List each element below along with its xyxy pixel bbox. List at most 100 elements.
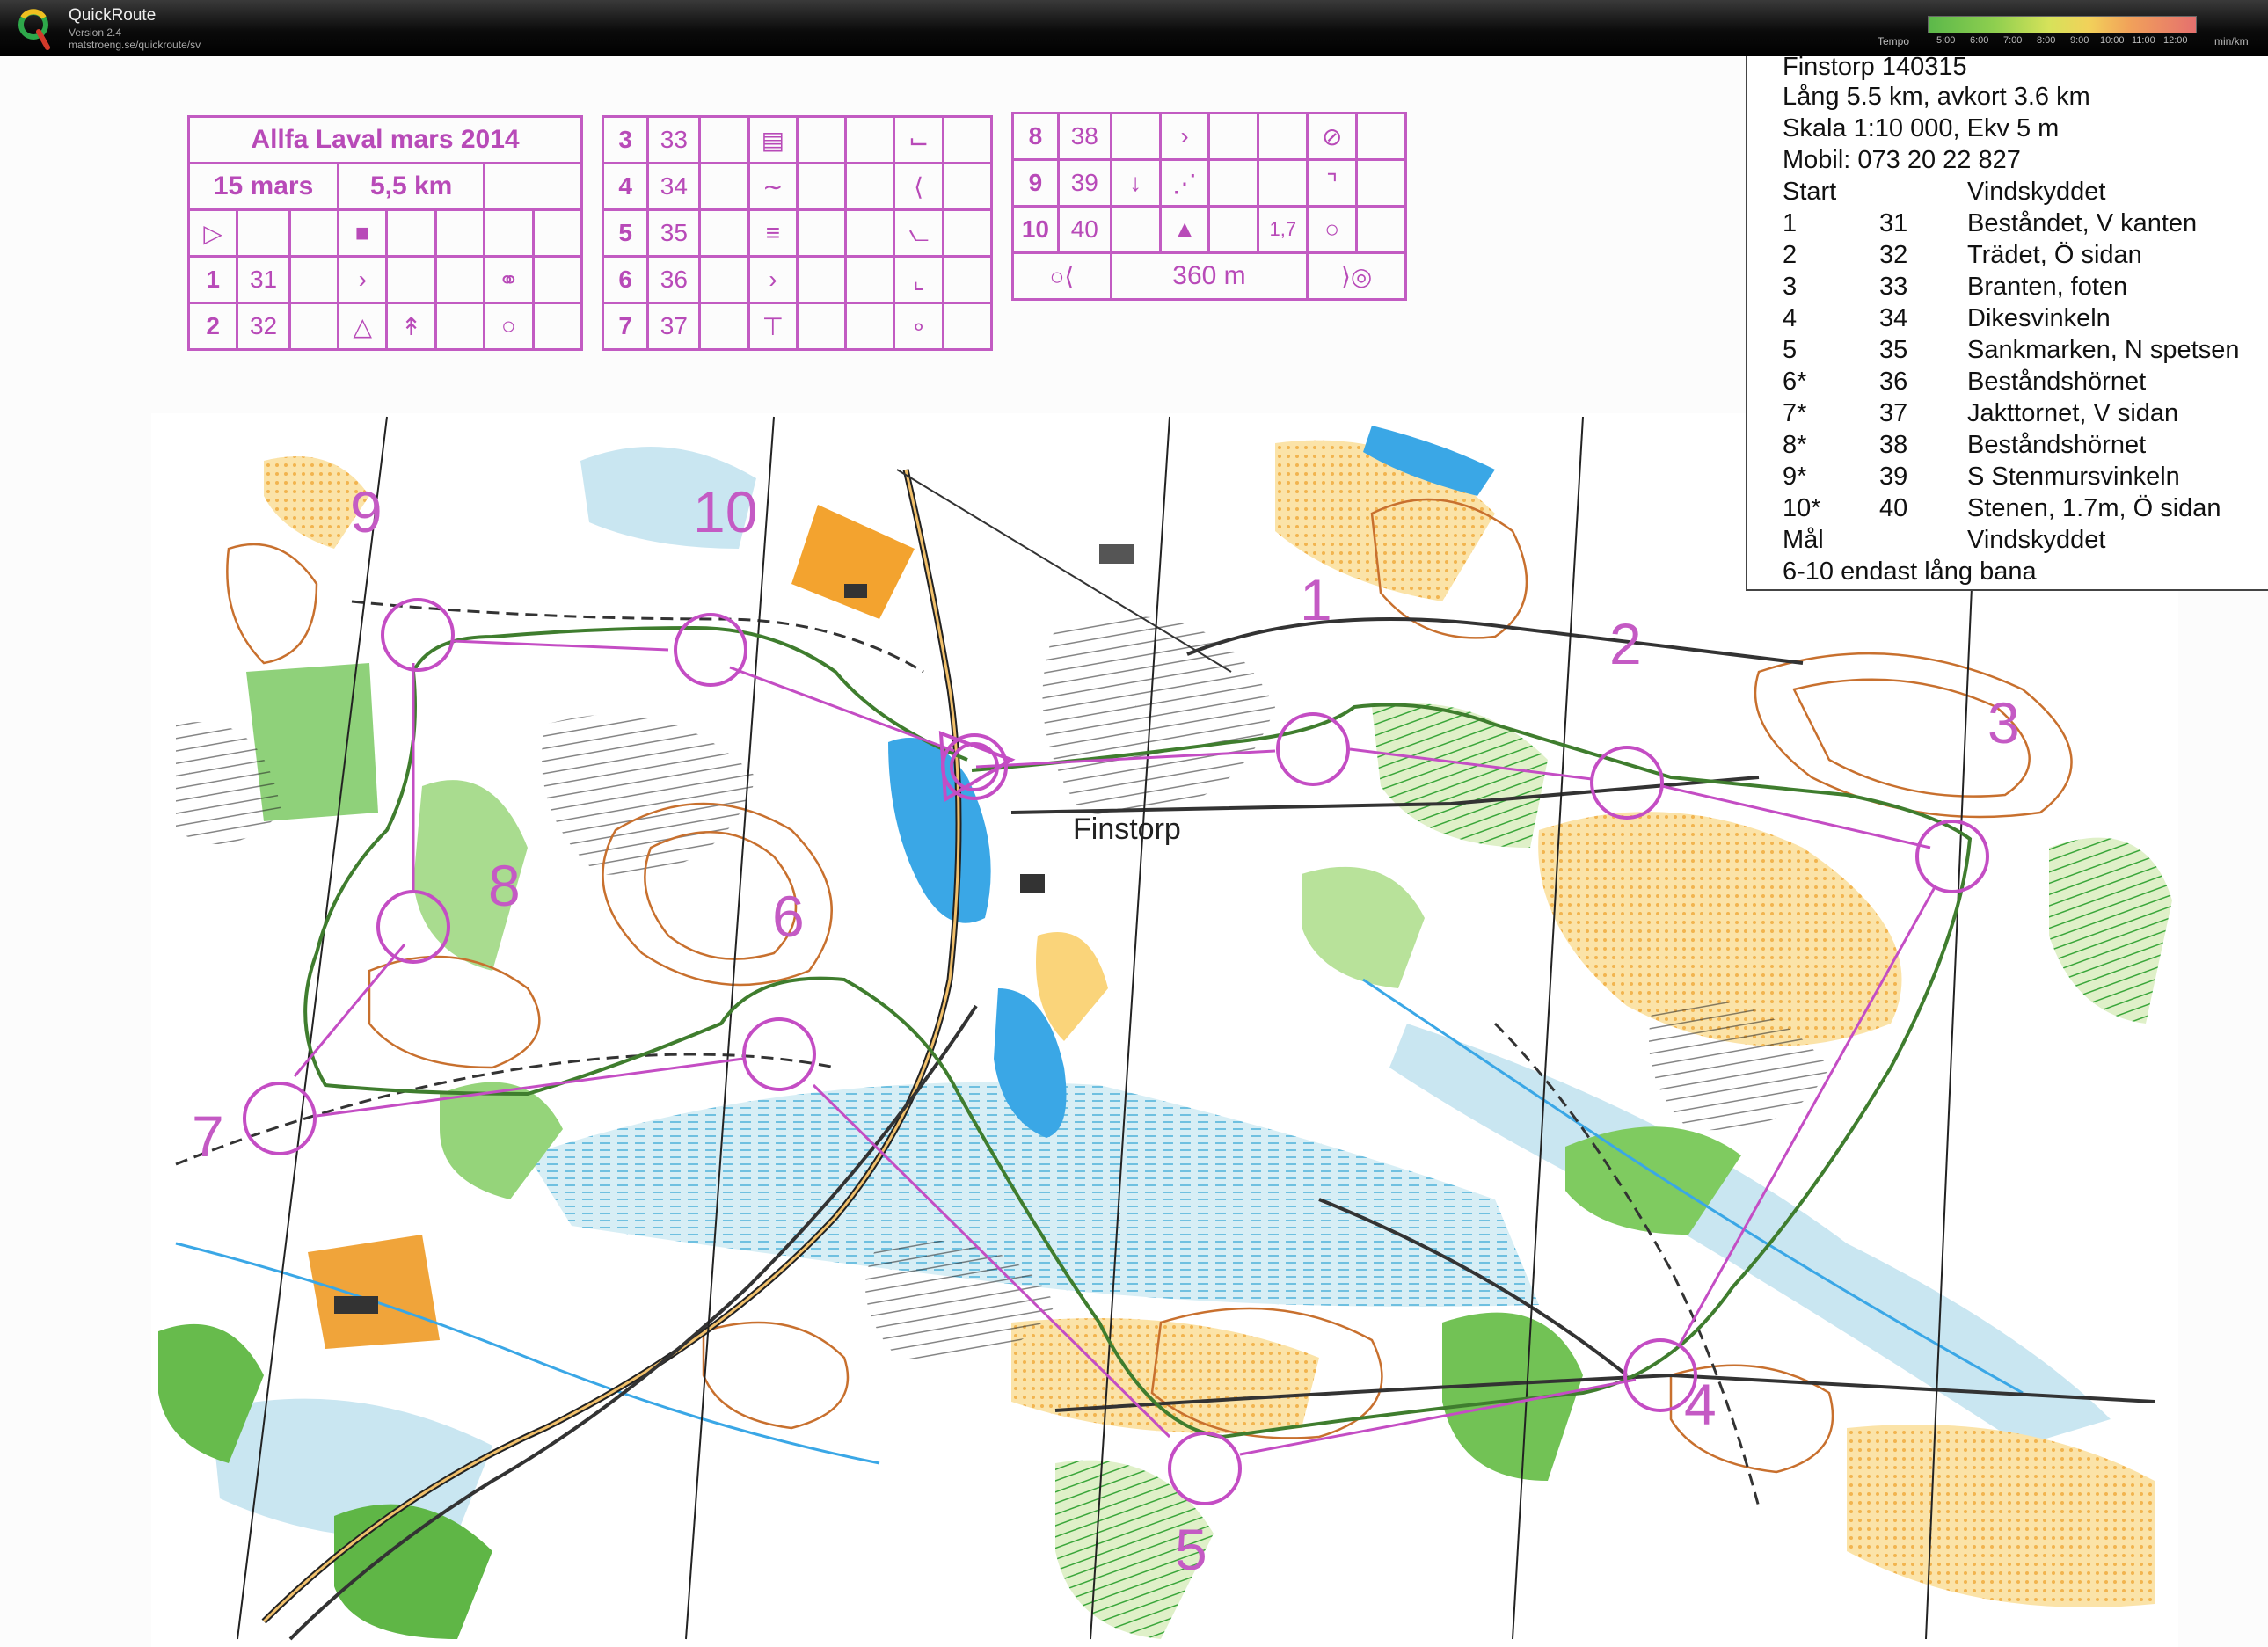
leg-code: 33 xyxy=(1879,273,1908,301)
orienteering-map-canvas[interactable]: 1 2 3 4 5 6 7 8 9 10 Finstorp Allfa Lava… xyxy=(0,53,2268,1647)
course-lengths: Lång 5.5 km, avkort 3.6 km xyxy=(1783,83,2090,111)
filled-square-icon: ■ xyxy=(337,208,389,258)
leg-code: 35 xyxy=(1879,336,1908,364)
leg-code: 37 xyxy=(1879,399,1908,427)
tempo-tick: 5:00 xyxy=(1936,35,1956,46)
event-name: Finstorp 140315 xyxy=(1783,53,1967,81)
leg-number: Mål xyxy=(1783,526,1824,554)
control-code: 33 xyxy=(646,115,702,164)
control-number-5: 5 xyxy=(1175,1517,1207,1582)
app-url: matstroeng.se/quickroute/sv xyxy=(69,39,201,51)
leg-description: Beståndet, V kanten xyxy=(1967,209,2198,237)
leg-description: Branten, foten xyxy=(1967,273,2128,301)
rough-open xyxy=(308,1235,440,1349)
leg-row: 1 31 Beståndet, V kanten xyxy=(1783,209,2268,241)
control-number-4: 4 xyxy=(1684,1372,1717,1437)
bend-corner-icon: ⌝ xyxy=(1306,158,1359,208)
control-number: 6 xyxy=(601,255,650,304)
boulder-height: 1,7 xyxy=(1257,205,1309,254)
marsh-icon: ≡ xyxy=(747,208,799,258)
leg-number: 2 xyxy=(1783,241,1798,269)
tempo-color-scale xyxy=(1928,16,2197,33)
west-side-icon: ∘ xyxy=(893,302,944,351)
control-number: 7 xyxy=(601,302,650,351)
control-number-9: 9 xyxy=(350,479,383,544)
place-name-label: Finstorp xyxy=(1073,813,1181,846)
leg-row: 9* 39 S Stenmursvinkeln xyxy=(1783,463,2268,494)
bend-icon: ⟨ xyxy=(893,162,944,211)
control-number: 3 xyxy=(601,115,650,164)
boulder-icon: ▲ xyxy=(1158,205,1211,254)
course-note: 6-10 endast lång bana xyxy=(1783,558,2037,586)
leg-description: Stenen, 1.7m, Ö sidan xyxy=(1967,494,2221,522)
control-number-7: 7 xyxy=(192,1104,224,1169)
control-code: 31 xyxy=(236,255,291,304)
tree-icon: △ xyxy=(337,302,389,351)
leg-number: 4 xyxy=(1783,304,1798,332)
leg-description: Vindskyddet xyxy=(1967,178,2106,206)
course-length: 5,5 km xyxy=(337,162,486,211)
cliff-icon: ▤ xyxy=(747,115,799,164)
east-side-icon: ○ xyxy=(1306,205,1359,254)
leg-row-start: Start Vindskyddet xyxy=(1783,178,2268,209)
leg-code: 34 xyxy=(1879,304,1908,332)
finish-distance: 360 m xyxy=(1109,251,1309,301)
map-scale: Skala 1:10 000, Ekv 5 m xyxy=(1783,114,2060,142)
leg-description: S Stenmursvinkeln xyxy=(1967,463,2180,491)
tempo-tick: 8:00 xyxy=(2037,35,2056,46)
leg-description: Vindskyddet xyxy=(1967,526,2106,554)
stone-wall-icon: ⋰ xyxy=(1158,158,1211,208)
control-number-6: 6 xyxy=(772,884,805,949)
control-code: 38 xyxy=(1056,112,1112,161)
leg-description: Dikesvinkeln xyxy=(1967,304,2111,332)
phone-number: Mobil: 073 20 22 827 xyxy=(1783,146,2021,174)
control-code: 40 xyxy=(1056,205,1112,254)
leg-code: 31 xyxy=(1879,209,1908,237)
leg-row: 2 32 Trädet, Ö sidan xyxy=(1783,241,2268,273)
leg-description: Trädet, Ö sidan xyxy=(1967,241,2142,269)
tempo-unit-label: min/km xyxy=(2214,35,2249,47)
leg-number: Start xyxy=(1783,178,1837,206)
quickroute-header-bar: QuickRoute Version 2.4 matstroeng.se/qui… xyxy=(0,0,2268,56)
course-info-panel: Finstorp 140315 Lång 5.5 km, avkort 3.6 … xyxy=(1746,53,2268,591)
tower-icon: ⊤ xyxy=(747,302,799,351)
control-number-10: 10 xyxy=(693,479,758,544)
start-triangle-icon: ▷ xyxy=(186,208,239,258)
chevron-right-icon: › xyxy=(337,255,389,304)
control-number: 9 xyxy=(1011,158,1060,208)
leg-code: 36 xyxy=(1879,368,1908,396)
control-number: 1 xyxy=(186,255,239,304)
conifer-tree-icon: ↟ xyxy=(385,302,437,351)
control-number: 5 xyxy=(601,208,650,258)
leg-row-finish: Mål Vindskyddet xyxy=(1783,526,2268,558)
leg-description: Sankmarken, N spetsen xyxy=(1967,336,2240,364)
control-code: 39 xyxy=(1056,158,1112,208)
east-side-icon: ○ xyxy=(483,302,535,351)
control-number-2: 2 xyxy=(1609,611,1642,676)
leg-row: 10* 40 Stenen, 1.7m, Ö sidan xyxy=(1783,494,2268,526)
leg-description: Jakttornet, V sidan xyxy=(1967,399,2179,427)
finish-circle-icon: ⟩◎ xyxy=(1306,251,1407,301)
corner-icon: ⌞ xyxy=(893,255,944,304)
control-number-8: 8 xyxy=(488,853,521,918)
leg-number: 1 xyxy=(1783,209,1798,237)
tempo-tick: 7:00 xyxy=(2003,35,2023,46)
control-description-table-2: 3 33 ▤ ⌙ 4 34 ∼ ⟨ 5 35 ≡ ⦦ 6 36 › ⌞ 7 37… xyxy=(601,115,994,351)
leg-number: 7* xyxy=(1783,399,1807,427)
event-title: Allfa Laval mars 2014 xyxy=(187,115,583,164)
control-number-1: 1 xyxy=(1300,567,1332,632)
foot-icon: ⌙ xyxy=(893,115,944,164)
control-number: 8 xyxy=(1011,112,1060,161)
app-name: QuickRoute xyxy=(69,6,157,25)
tempo-tick: 9:00 xyxy=(2070,35,2089,46)
corner-circle-icon: ⊘ xyxy=(1306,112,1359,161)
quickroute-logo-icon xyxy=(18,9,50,50)
control-code: 35 xyxy=(646,208,702,258)
leg-code: 38 xyxy=(1879,431,1908,459)
leg-number: 9* xyxy=(1783,463,1807,491)
tempo-tick: 10:00 xyxy=(2100,35,2125,46)
leg-number: 10* xyxy=(1783,494,1821,522)
tempo-tick: 11:00 xyxy=(2132,35,2155,46)
leg-code: 32 xyxy=(1879,241,1908,269)
leg-number: 6* xyxy=(1783,368,1807,396)
